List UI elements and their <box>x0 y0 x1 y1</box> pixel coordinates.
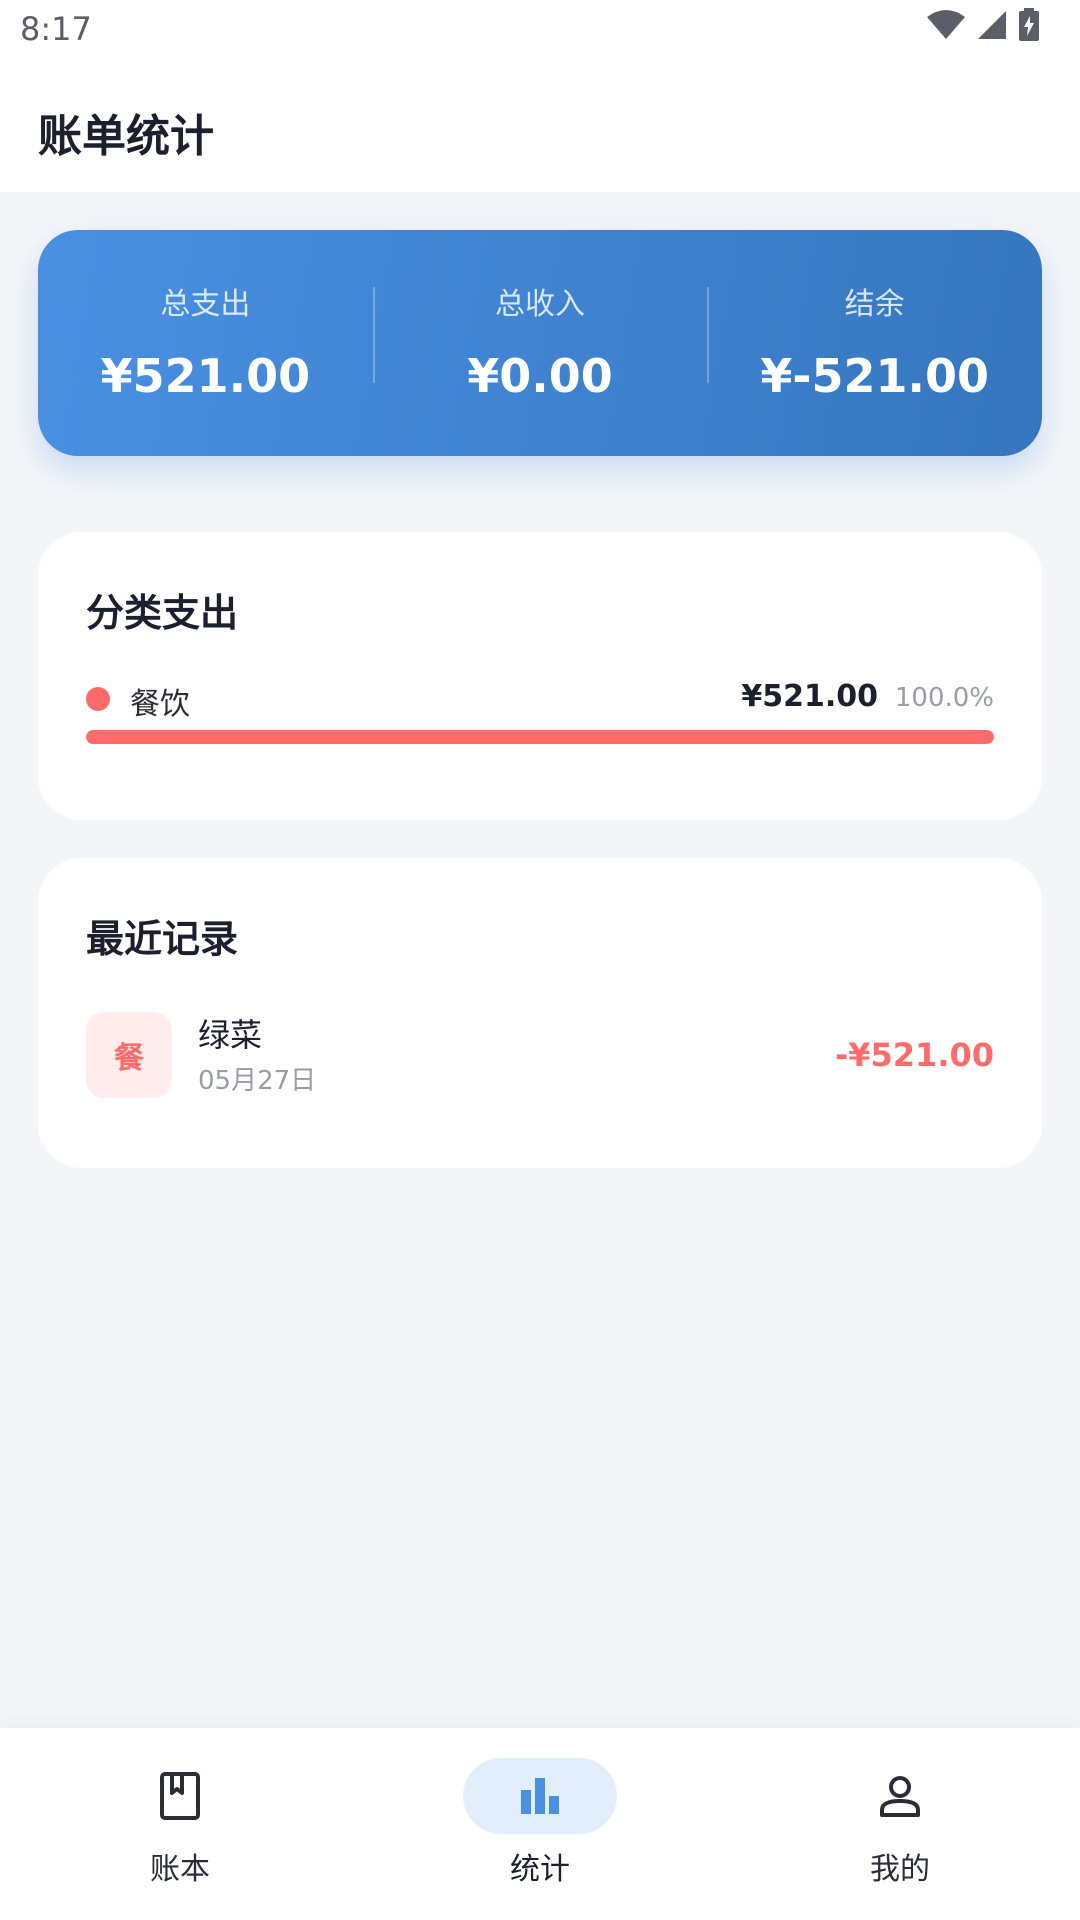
wifi-icon <box>926 9 966 45</box>
summary-label: 总支出 <box>160 287 251 322</box>
summary-label: 结余 <box>844 287 905 322</box>
nav-label: 统计 <box>510 1852 570 1887</box>
summary-total-expense: 总支出 ¥521.00 <box>38 285 373 401</box>
summary-label: 总收入 <box>495 287 585 322</box>
category-percent: 100.0% <box>894 683 994 713</box>
bar-chart-icon <box>463 1758 617 1834</box>
bottom-navigation: 账本 统计 我的 <box>0 1728 1080 1920</box>
status-time: 8:17 <box>20 10 92 48</box>
battery-charging-icon <box>1018 8 1040 46</box>
book-icon <box>103 1758 257 1834</box>
category-name: 餐饮 <box>130 687 190 722</box>
app-header: 账单统计 <box>0 60 1080 192</box>
person-icon <box>823 1758 977 1834</box>
section-title: 分类支出 <box>86 591 239 635</box>
category-expense-card: 分类支出 餐饮 ¥521.00 100.0% <box>38 532 1042 820</box>
category-amount: ¥521.00 <box>741 679 878 714</box>
category-progress-bar <box>86 730 994 744</box>
category-food-icon: 餐 <box>86 1012 172 1098</box>
record-date: 05月27日 <box>198 1066 317 1096</box>
nav-item-statistics[interactable]: 统计 <box>440 1758 640 1888</box>
nav-label: 账本 <box>150 1852 210 1887</box>
summary-card: 总支出 ¥521.00 总收入 ¥0.00 结余 ¥-521.00 <box>38 230 1042 456</box>
signal-icon <box>976 9 1008 45</box>
section-title: 最近记录 <box>86 917 239 961</box>
category-color-dot <box>86 687 110 711</box>
recent-records-card: 最近记录 餐 绿菜 05月27日 -¥521.00 <box>38 858 1042 1168</box>
page-title: 账单统计 <box>38 111 214 162</box>
record-name: 绿菜 <box>198 1016 263 1054</box>
record-amount: -¥521.00 <box>834 1036 994 1074</box>
nav-item-ledger[interactable]: 账本 <box>80 1758 280 1888</box>
nav-label: 我的 <box>870 1852 930 1887</box>
category-row[interactable]: 餐饮 ¥521.00 100.0% <box>86 677 994 722</box>
summary-balance: 结余 ¥-521.00 <box>707 285 1042 401</box>
summary-value: ¥521.00 <box>100 349 311 403</box>
summary-value: ¥0.00 <box>467 349 613 403</box>
record-item[interactable]: 餐 绿菜 05月27日 -¥521.00 <box>86 1012 994 1100</box>
summary-value: ¥-521.00 <box>760 349 989 403</box>
status-bar: 8:17 <box>0 0 1080 60</box>
nav-item-profile[interactable]: 我的 <box>800 1758 1000 1888</box>
summary-total-income: 总收入 ¥0.00 <box>372 285 708 403</box>
category-progress-fill <box>86 730 994 744</box>
system-icons <box>926 8 1040 46</box>
